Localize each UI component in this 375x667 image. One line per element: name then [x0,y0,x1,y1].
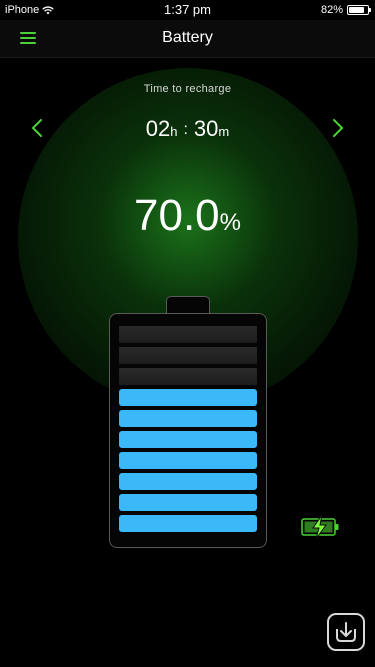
charge-unit: % [219,209,241,236]
app-badge-icon[interactable] [327,613,365,651]
battery-cell-filled [119,389,257,406]
battery-cell-filled [119,452,257,469]
battery-cell-filled [119,494,257,511]
status-battery-fill [349,7,364,13]
battery-cell-filled [119,410,257,427]
battery-cell-filled [119,515,257,532]
chevron-right-icon[interactable] [331,118,345,138]
status-battery-percent: 82% [320,4,343,16]
recharge-minutes-unit: m [218,124,230,139]
battery-graphic [109,313,267,548]
charge-value: 70.0 [134,191,220,240]
battery-cell-filled [119,431,257,448]
page-title: Battery [162,29,213,46]
status-time: 1:37 pm [164,2,211,17]
status-right: 82% [320,4,371,16]
recharge-separator: : [183,121,188,138]
nav-bar: Battery [0,20,375,58]
recharge-minutes: 30 [193,116,219,141]
charge-percentage: 70.0% [0,191,375,241]
battery-cell-empty [119,326,257,343]
recharge-time: 02h:30m [0,116,375,142]
recharge-label: Time to recharge [143,83,232,95]
battery-cell-empty [119,347,257,364]
status-bar: iPhone 1:37 pm 82% [0,0,375,20]
recharge-hours-unit: h [170,124,178,139]
status-battery-icon [347,5,371,15]
download-tray-icon [336,622,356,642]
recharge-hours: 02 [145,116,171,141]
battery-cell-filled [119,473,257,490]
battery-charging-icon [301,514,339,540]
battery-cell-empty [119,368,257,385]
